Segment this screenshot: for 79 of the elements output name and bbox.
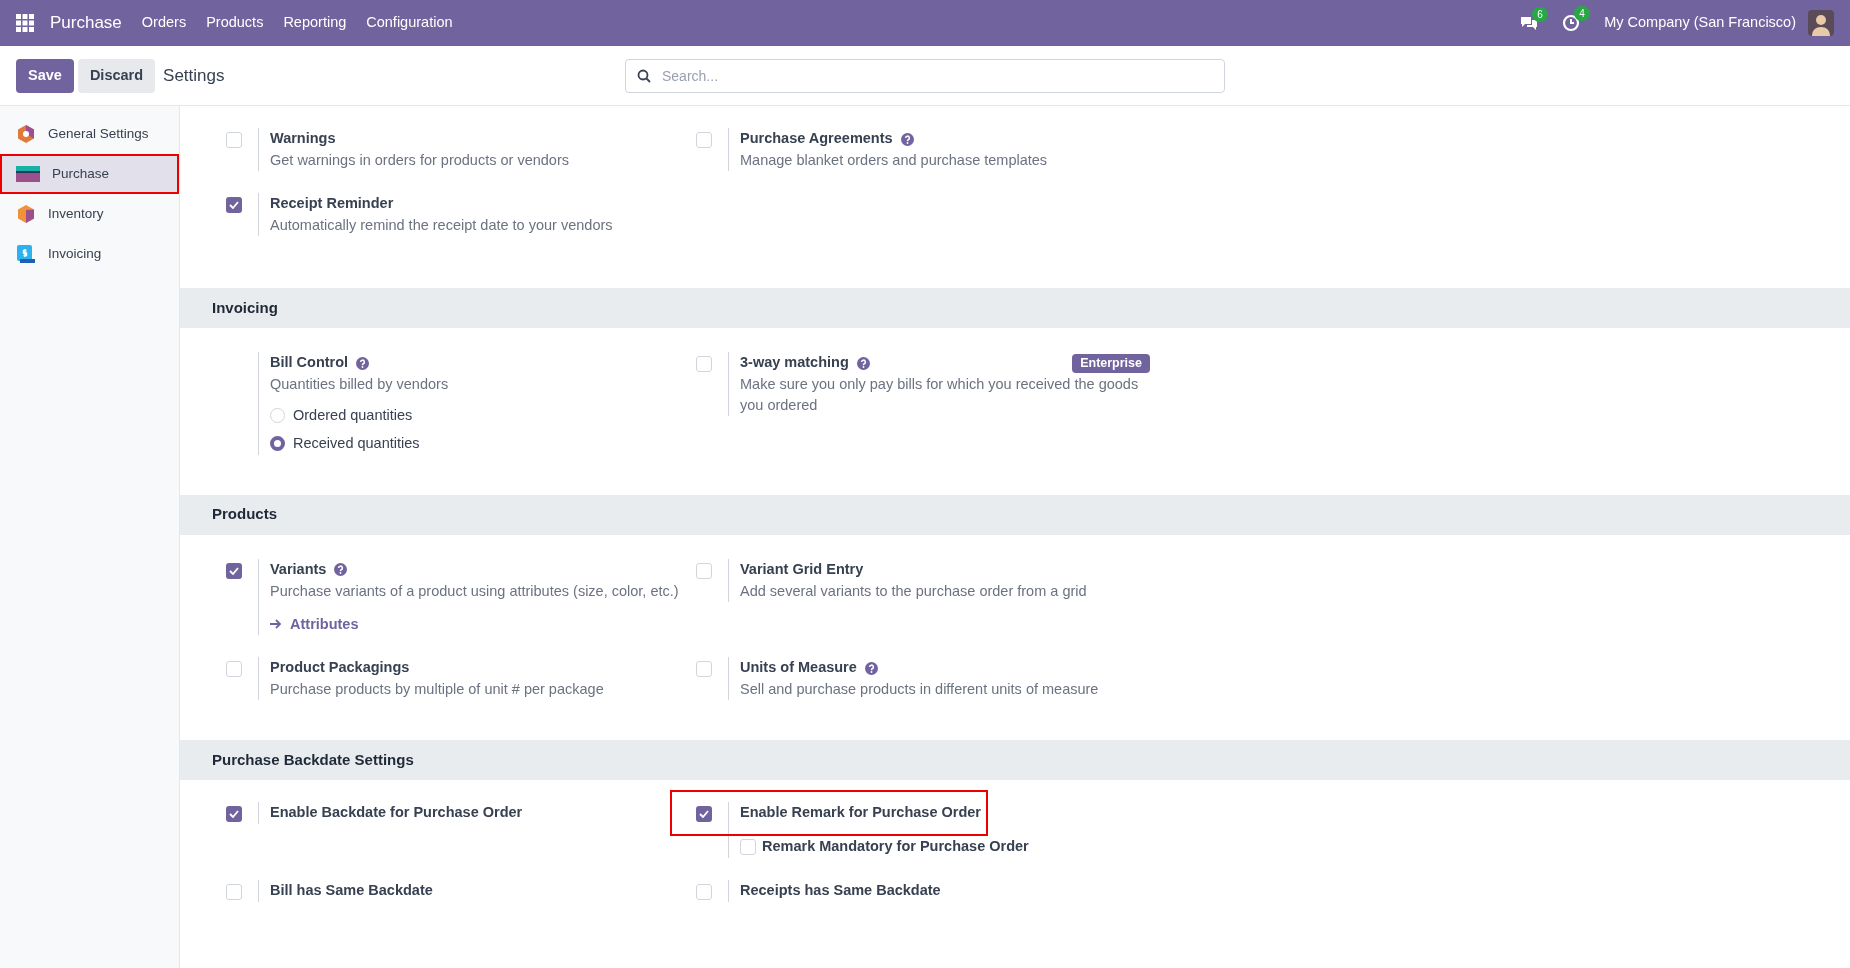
section-header: Purchase Backdate Settings (180, 740, 1850, 781)
setting-description: Purchase variants of a product using attributes (size, color, etc.) (270, 581, 679, 601)
checkbox[interactable] (226, 806, 242, 823)
checkbox[interactable] (696, 884, 712, 900)
sidebar-item[interactable]: Purchase (0, 154, 179, 194)
radio-button[interactable] (270, 436, 285, 452)
card-icon (16, 166, 40, 182)
section-header: Products (180, 494, 1850, 535)
cube-icon (16, 204, 36, 224)
setting-label: 3-way matching (740, 353, 849, 373)
setting-label: Receipt Reminder (270, 194, 394, 214)
menu-item[interactable]: Reporting (283, 12, 347, 34)
setting-label: Variant Grid Entry (740, 559, 864, 579)
notification-count: 6 (1532, 7, 1548, 22)
setting-description: Manage blanket orders and purchase templates (740, 151, 1048, 170)
setting-description: Automatically remind the receipt date to your vendors (270, 216, 613, 235)
help-icon[interactable] (334, 563, 348, 576)
checkbox[interactable] (696, 562, 712, 579)
checkbox[interactable] (696, 661, 712, 678)
setting-description: Purchase products by multiple of unit # per package (270, 680, 604, 700)
checkmark-icon (229, 566, 239, 575)
setting-label: Bill Control (270, 353, 349, 373)
checkmark-icon (699, 810, 709, 819)
setting-label: Product Packagings (270, 658, 410, 678)
search-field[interactable]: Search... (625, 58, 1225, 93)
checkbox[interactable] (696, 132, 712, 148)
checkbox[interactable] (226, 884, 242, 900)
arrow-icon (270, 619, 282, 630)
checkbox[interactable] (226, 197, 242, 213)
setting-label: Remark Mandatory for Purchase Order (762, 837, 1029, 857)
checkmark-icon (229, 810, 239, 819)
sidebar-item[interactable]: Invoicing (0, 234, 179, 274)
option-label: Ordered quantities (293, 406, 413, 425)
app-name[interactable]: Purchase (50, 10, 122, 36)
menu-item[interactable]: Configuration (366, 12, 453, 34)
sidebar-item[interactable]: General Settings (0, 114, 179, 154)
help-icon[interactable] (864, 661, 878, 675)
page-title: Settings (163, 64, 225, 87)
setting-label: Enable Remark for Purchase Order (740, 803, 981, 823)
option-label: Received quantities (293, 433, 420, 453)
checkbox[interactable] (696, 806, 712, 823)
clock-icon[interactable] (1562, 14, 1581, 32)
setting-description: Get warnings in orders for products or vendors (270, 151, 569, 170)
help-icon[interactable] (900, 132, 914, 146)
chat-icon[interactable] (1520, 15, 1539, 31)
sidebar-item[interactable]: Inventory (0, 194, 179, 234)
checkbox[interactable] (740, 839, 756, 856)
save-button[interactable]: Save (16, 58, 74, 93)
checkbox[interactable] (226, 562, 242, 579)
menu-item[interactable]: Orders (141, 12, 187, 34)
checkmark-icon (229, 201, 239, 209)
setting-label: Variants (270, 559, 327, 579)
search-icon (637, 68, 651, 83)
help-icon[interactable] (356, 356, 370, 370)
setting-description: Sell and purchase products in different units of measure (740, 680, 1099, 700)
hexagon-icon (16, 124, 36, 144)
setting-description: Quantities billed by vendors (270, 375, 449, 394)
help-icon[interactable] (856, 356, 870, 370)
section-header: Invoicing (180, 288, 1850, 328)
setting-label: Bill has Same Backdate (270, 881, 433, 901)
setting-description: Make sure you only pay bills for which you received the goods you ordered (740, 375, 1140, 415)
user-avatar[interactable] (1808, 10, 1834, 36)
checkbox[interactable] (226, 132, 242, 148)
checkbox[interactable] (226, 661, 242, 678)
notification-count: 4 (1574, 6, 1590, 21)
menu-item[interactable]: Products (206, 12, 264, 34)
setting-label: Purchase Agreements (740, 129, 893, 149)
setting-label: Enable Backdate for Purchase Order (270, 803, 523, 823)
setting-description: Add several variants to the purchase order from a grid (740, 581, 1087, 601)
setting-label: Units of Measure (740, 658, 857, 678)
setting-label: Receipts has Same Backdate (740, 881, 941, 901)
app-grid-icon[interactable] (16, 14, 34, 32)
discard-button[interactable]: Discard (77, 58, 156, 93)
setting-label: Warnings (270, 129, 336, 149)
checkbox[interactable] (696, 356, 712, 372)
attributes-link[interactable]: Attributes (270, 613, 679, 636)
invoice-icon (16, 244, 36, 264)
company-name[interactable]: My Company (San Francisco) (1604, 12, 1796, 34)
enterprise-badge: Enterprise (1072, 353, 1150, 373)
